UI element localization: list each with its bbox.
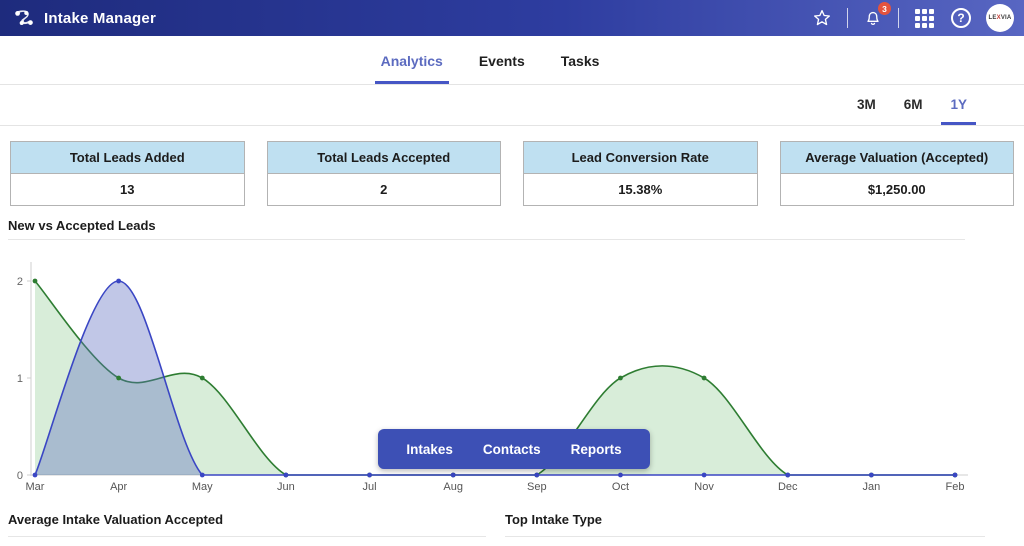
nav-reports[interactable]: Reports — [571, 442, 622, 457]
data-point — [200, 376, 205, 381]
y-tick-label: 0 — [17, 470, 23, 482]
stat-value: $1,250.00 — [781, 174, 1014, 205]
data-point — [33, 473, 38, 478]
header-divider — [898, 8, 899, 28]
top-intake-type-title: Top Intake Type — [505, 512, 985, 527]
x-tick-label: Jul — [363, 481, 377, 493]
chart-section-title: New vs Accepted Leads — [0, 218, 1024, 233]
app-logo-icon — [12, 6, 36, 30]
stat-value: 2 — [268, 174, 501, 205]
stat-label: Average Valuation (Accepted) — [781, 142, 1014, 174]
bottom-sections: Average Intake Valuation Accepted Top In… — [0, 512, 1024, 537]
app-title: Intake Manager — [44, 10, 156, 27]
stat-card-average-valuation: Average Valuation (Accepted) $1,250.00 — [780, 141, 1015, 206]
x-tick-label: Jun — [277, 481, 295, 493]
notifications-bell-icon[interactable]: 3 — [861, 6, 885, 30]
user-avatar[interactable]: LEXVIA — [986, 4, 1014, 32]
section-divider — [8, 536, 486, 537]
x-tick-label: Apr — [110, 481, 127, 493]
x-tick-label: Mar — [26, 481, 45, 493]
data-point — [953, 473, 958, 478]
data-point — [284, 473, 289, 478]
stat-card-total-leads-accepted: Total Leads Accepted 2 — [267, 141, 502, 206]
range-1y[interactable]: 1Y — [941, 97, 976, 125]
tab-events[interactable]: Events — [473, 53, 531, 84]
stat-card-lead-conversion-rate: Lead Conversion Rate 15.38% — [523, 141, 758, 206]
data-point — [200, 473, 205, 478]
main-tabs: Analytics Events Tasks — [0, 36, 1024, 85]
stats-row: Total Leads Added 13 Total Leads Accepte… — [0, 141, 1024, 206]
range-3m[interactable]: 3M — [848, 97, 885, 125]
x-tick-label: Nov — [694, 481, 714, 493]
x-tick-label: Aug — [443, 481, 463, 493]
stat-label: Lead Conversion Rate — [524, 142, 757, 174]
nav-intakes[interactable]: Intakes — [406, 442, 453, 457]
data-point — [367, 473, 372, 478]
time-range-selector: 3M 6M 1Y — [0, 85, 1024, 126]
range-6m[interactable]: 6M — [895, 97, 932, 125]
avg-intake-valuation-section: Average Intake Valuation Accepted — [8, 512, 486, 537]
x-tick-label: May — [192, 481, 213, 493]
data-point — [116, 376, 121, 381]
favorites-star-icon[interactable] — [810, 6, 834, 30]
help-icon[interactable]: ? — [949, 6, 973, 30]
y-tick-label: 2 — [17, 276, 23, 288]
top-intake-type-section: Top Intake Type — [505, 512, 985, 537]
data-point — [702, 473, 707, 478]
stat-label: Total Leads Accepted — [268, 142, 501, 174]
apps-grid-icon[interactable] — [912, 6, 936, 30]
header-actions: 3 ? LEXVIA — [810, 4, 1014, 32]
avg-intake-valuation-title: Average Intake Valuation Accepted — [8, 512, 486, 527]
tab-analytics[interactable]: Analytics — [375, 53, 449, 84]
stat-label: Total Leads Added — [11, 142, 244, 174]
x-tick-label: Jan — [862, 481, 880, 493]
data-point — [116, 279, 121, 284]
data-point — [618, 376, 623, 381]
notification-badge: 3 — [878, 2, 891, 15]
x-tick-label: Oct — [612, 481, 629, 493]
data-point — [785, 473, 790, 478]
section-divider — [8, 239, 965, 240]
x-tick-label: Dec — [778, 481, 798, 493]
x-tick-label: Sep — [527, 481, 547, 493]
header-divider — [847, 8, 848, 28]
stat-card-total-leads-added: Total Leads Added 13 — [10, 141, 245, 206]
y-tick-label: 1 — [17, 373, 23, 385]
data-point — [869, 473, 874, 478]
stat-value: 13 — [11, 174, 244, 205]
data-point — [534, 473, 539, 478]
data-point — [702, 376, 707, 381]
tab-tasks[interactable]: Tasks — [555, 53, 606, 84]
floating-nav-bar: Intakes Contacts Reports — [378, 429, 650, 469]
data-point — [33, 279, 38, 284]
brand: Intake Manager — [12, 6, 156, 30]
data-point — [618, 473, 623, 478]
section-divider — [505, 536, 985, 537]
app-header: Intake Manager 3 ? LEXVIA — [0, 0, 1024, 36]
stat-value: 15.38% — [524, 174, 757, 205]
nav-contacts[interactable]: Contacts — [483, 442, 541, 457]
x-tick-label: Feb — [946, 481, 965, 493]
data-point — [451, 473, 456, 478]
